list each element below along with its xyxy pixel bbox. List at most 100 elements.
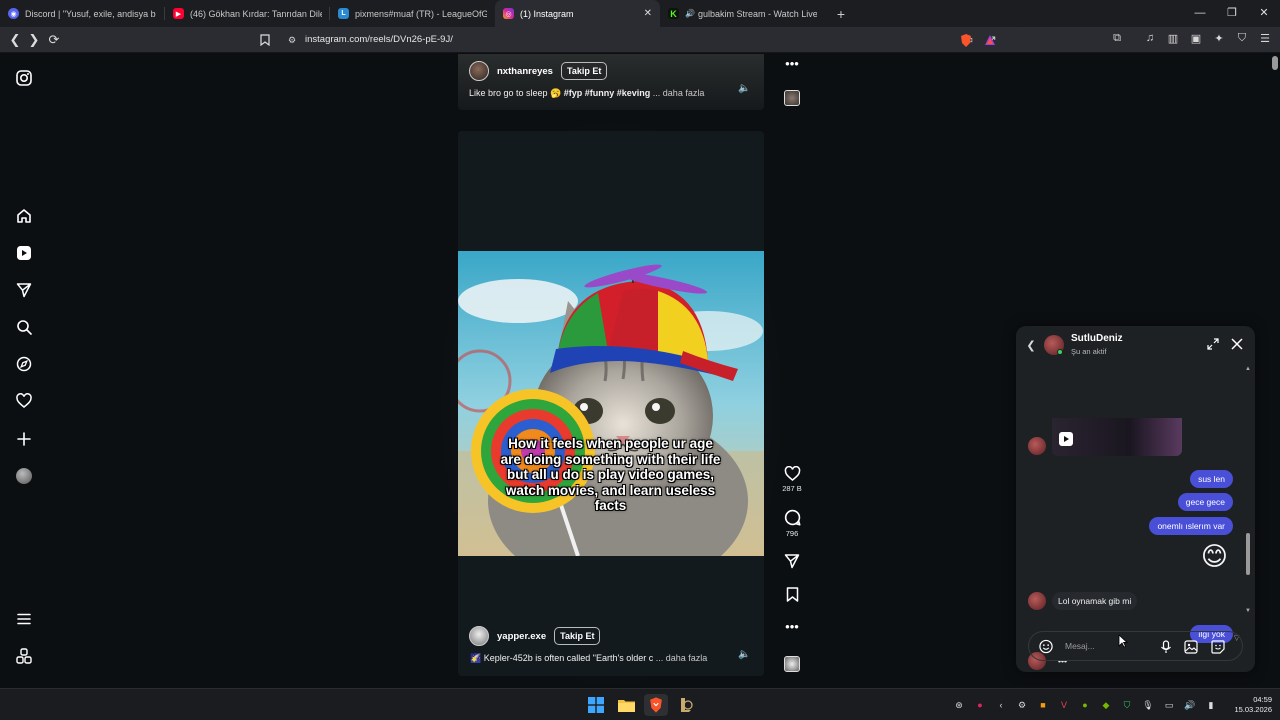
tray-app-icon[interactable]: ⚙ xyxy=(1015,698,1029,712)
volume-icon[interactable]: 🔊 xyxy=(1183,698,1197,712)
bookmark-icon[interactable] xyxy=(256,31,274,49)
tab-discord[interactable]: ◉ Discord | "Yusuf, exile, andisya b xyxy=(0,0,165,27)
nvidia-icon[interactable]: ● xyxy=(1078,698,1092,712)
vpn-icon[interactable]: ⛉ xyxy=(1235,31,1249,45)
search-icon[interactable] xyxy=(14,317,34,337)
direct-messages-icon[interactable] xyxy=(14,280,34,300)
image-icon[interactable] xyxy=(1184,640,1198,654)
create-icon[interactable] xyxy=(14,429,34,449)
share-button[interactable] xyxy=(778,553,806,569)
taskbar-clock[interactable]: 04:59 15.03.2026 xyxy=(1234,695,1272,715)
url-text[interactable]: instagram.com/reels/DVn26-pE-9J/ xyxy=(305,34,453,45)
sender-avatar[interactable] xyxy=(1028,437,1046,455)
battery-icon[interactable]: ▮ xyxy=(1204,698,1218,712)
microphone-icon[interactable] xyxy=(1159,640,1173,654)
more-menu-icon[interactable] xyxy=(14,609,34,629)
tab-kick[interactable]: K 🔊 gulbakim Stream - Watch Live o xyxy=(660,0,825,27)
sidebar-toggle-icon[interactable]: ▥ xyxy=(1166,31,1180,45)
sticker-icon[interactable] xyxy=(1211,640,1225,654)
reels-icon[interactable] xyxy=(14,243,34,263)
close-tab-icon[interactable]: ✕ xyxy=(644,8,652,19)
reload-icon[interactable]: ⟳ xyxy=(45,31,63,49)
sender-avatar[interactable] xyxy=(1028,592,1046,610)
chevron-icon[interactable]: ‹ xyxy=(994,698,1008,712)
league-client-icon[interactable] xyxy=(674,694,698,716)
reel-video-frame[interactable]: How it feels when people ur age are doin… xyxy=(458,251,764,556)
reel-caption[interactable]: Like bro go to sleep 🥱 #fyp #funny #kevi… xyxy=(469,88,704,99)
more-options-icon[interactable]: ••• xyxy=(778,56,806,71)
save-button[interactable] xyxy=(778,587,806,602)
minimize-icon[interactable]: — xyxy=(1184,0,1216,27)
message-input[interactable] xyxy=(1065,639,1155,653)
steam-icon[interactable]: ⊛ xyxy=(952,698,966,712)
more-options-icon[interactable]: ••• xyxy=(778,619,806,634)
page-scrollbar[interactable] xyxy=(1272,56,1278,70)
brave-shields-icon[interactable] xyxy=(959,33,973,47)
brave-rewards-icon[interactable] xyxy=(983,33,997,47)
audio-thumbnail[interactable] xyxy=(778,656,806,672)
explore-icon[interactable] xyxy=(14,354,34,374)
close-icon[interactable] xyxy=(1230,337,1244,351)
start-menu-icon[interactable] xyxy=(584,694,608,716)
also-from-meta-icon[interactable] xyxy=(14,646,34,666)
message-outgoing[interactable]: sus len xyxy=(1190,470,1233,488)
audio-thumbnail[interactable] xyxy=(778,90,806,106)
tab-youtube[interactable]: ▶ (46) Gökhan Kırdar: Tanrıdan Diledim xyxy=(165,0,330,27)
message-incoming[interactable]: Lol oynamak gib mi xyxy=(1052,592,1138,610)
message-emoji[interactable]: 😊 xyxy=(1201,540,1228,572)
menu-icon[interactable]: ☰ xyxy=(1258,31,1272,45)
system-tray: ⊛ ● ‹ ⚙ ■ V ● ◆ ⛉ 🎙 ▭ 🔊 ▮ xyxy=(952,698,1218,712)
volume-icon[interactable]: 🔈 xyxy=(738,649,750,660)
message-outgoing[interactable]: gece gece xyxy=(1177,493,1233,511)
profile-avatar[interactable] xyxy=(14,466,34,486)
tray-app-icon[interactable]: ■ xyxy=(1036,698,1050,712)
author-avatar[interactable] xyxy=(469,626,489,646)
follow-button[interactable]: Takip Et xyxy=(554,627,601,645)
volume-icon[interactable]: 🔈 xyxy=(738,83,750,94)
media-icon[interactable]: ♫ xyxy=(1143,31,1157,45)
chat-scrollbar[interactable]: ▲ ▼ xyxy=(1245,366,1251,616)
network-icon[interactable]: ▭ xyxy=(1162,698,1176,712)
leagueofgraphs-icon: L xyxy=(338,8,349,19)
chat-contact-name[interactable]: SutluDeniz xyxy=(1071,333,1123,344)
leo-ai-icon[interactable]: ✦ xyxy=(1212,31,1226,45)
app-tray-icon[interactable]: ● xyxy=(973,698,987,712)
message-outgoing[interactable]: onemlı ıslerım var xyxy=(1149,517,1233,535)
restore-icon[interactable]: ❐ xyxy=(1216,0,1248,27)
author-username[interactable]: yapper.exe xyxy=(497,631,546,642)
close-window-icon[interactable]: ✕ xyxy=(1248,0,1280,27)
site-info-icon[interactable]: ⚙ xyxy=(285,33,299,47)
brave-browser-icon[interactable] xyxy=(644,694,668,716)
forward-icon[interactable]: ❯ xyxy=(25,31,43,49)
like-button[interactable]: 287 B xyxy=(778,466,806,493)
wallet-icon[interactable]: ▣ xyxy=(1189,31,1203,45)
author-avatar[interactable] xyxy=(469,61,489,81)
expand-icon[interactable] xyxy=(1206,337,1220,351)
shared-reel-preview[interactable] xyxy=(1052,418,1182,456)
author-username[interactable]: nxthanreyes xyxy=(497,66,553,77)
windows-taskbar: ⊛ ● ‹ ⚙ ■ V ● ◆ ⛉ 🎙 ▭ 🔊 ▮ 04:59 15.03.20… xyxy=(0,688,1280,720)
file-explorer-icon[interactable] xyxy=(614,694,638,716)
reel-card-previous[interactable]: nxthanreyes Takip Et Like bro go to slee… xyxy=(458,54,764,110)
emoji-icon[interactable] xyxy=(1039,639,1053,653)
tab-leagueofgraphs[interactable]: L pixmens#muaf (TR) - LeagueOfGraph xyxy=(330,0,495,27)
notifications-icon[interactable] xyxy=(14,391,34,411)
chevron-left-icon[interactable]: ❮ xyxy=(1024,338,1038,352)
reel-caption[interactable]: 🌠 Kepler-452b is often called "Earth's o… xyxy=(470,653,707,664)
tray-app-icon[interactable]: ◆ xyxy=(1099,698,1113,712)
back-icon[interactable]: ❮ xyxy=(6,31,24,49)
follow-button[interactable]: Takip Et xyxy=(560,62,608,80)
comment-button[interactable]: 796 xyxy=(778,509,806,538)
reel-card-current[interactable]: How it feels when people ur age are doin… xyxy=(458,131,764,676)
clock-time: 04:59 xyxy=(1253,695,1272,704)
screenshot-icon[interactable]: ⧉ xyxy=(1110,31,1124,45)
shield-icon[interactable]: ⛉ xyxy=(1120,698,1134,712)
valorant-icon[interactable]: V xyxy=(1057,698,1071,712)
tab-instagram[interactable]: ◎ (1) Instagram ✕ xyxy=(495,0,660,27)
home-icon[interactable] xyxy=(14,206,34,226)
instagram-logo-icon[interactable] xyxy=(14,68,34,88)
microphone-icon[interactable]: 🎙 xyxy=(1141,698,1155,712)
kick-icon: K xyxy=(668,8,679,19)
new-tab-button[interactable]: + xyxy=(831,6,851,22)
address-bar[interactable]: ⚙ instagram.com/reels/DVn26-pE-9J/ ▭ ↗ xyxy=(280,30,1025,50)
